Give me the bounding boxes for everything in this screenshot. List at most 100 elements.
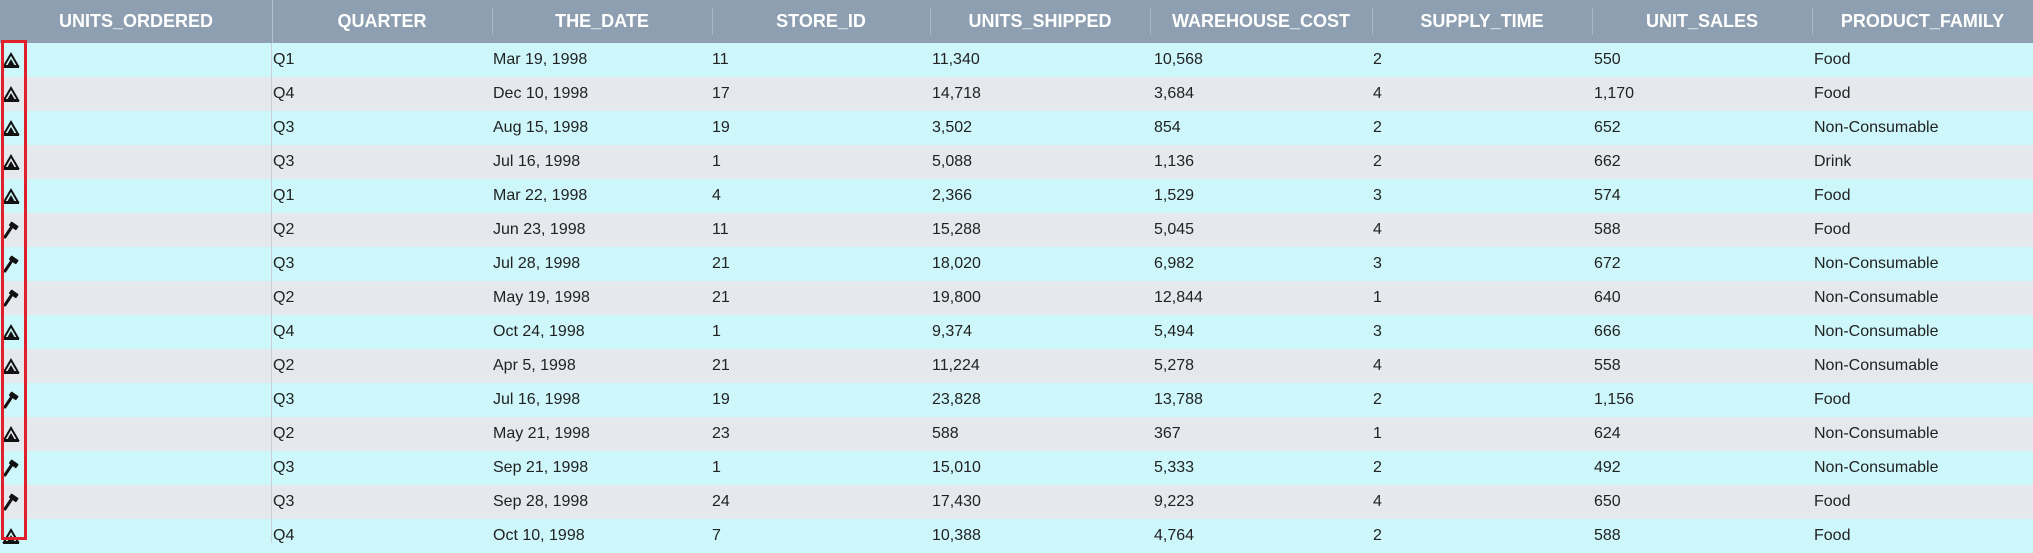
- cell-quarter: Q3: [273, 153, 295, 170]
- cell-product-family: Drink: [1814, 153, 1852, 170]
- cell-supply-time: 2: [1373, 51, 1382, 68]
- table-row[interactable]: Q3 Sep 21, 1998 1 15,010 5,333 2 492 Non-Consum…: [0, 451, 2033, 485]
- table-row[interactable]: Q4 Dec 10, 1998 17 14,718 3,684 4 1,170 Food: [0, 77, 2033, 111]
- cell-product-family: Food: [1814, 493, 1851, 510]
- cell-store-id: 4: [712, 187, 721, 204]
- column-header-unit-sales[interactable]: UNIT_SALES: [1592, 0, 1812, 43]
- hammer-icon: [2, 221, 20, 239]
- cell-units-shipped: 17,430: [932, 493, 981, 510]
- cell-quarter: Q1: [273, 187, 295, 204]
- cell-quarter: Q4: [273, 527, 295, 544]
- table-row[interactable]: Q4 Oct 10, 1998 7 10,388 4,764 2 588 Food: [0, 519, 2033, 553]
- cell-warehouse-cost: 9,223: [1154, 493, 1195, 510]
- cell-product-family: Non-Consumable: [1814, 119, 1939, 136]
- cell-product-family: Non-Consumable: [1814, 357, 1939, 374]
- column-header-units-ordered[interactable]: UNITS_ORDERED: [0, 0, 272, 43]
- cell-unit-sales: 588: [1594, 527, 1621, 544]
- cell-supply-time: 3: [1373, 187, 1382, 204]
- cell-quarter: Q2: [273, 221, 295, 238]
- header-separator: [272, 0, 273, 43]
- table-row[interactable]: Q2 May 19, 1998 21 19,800 12,844 1 640 Non-Cons…: [0, 281, 2033, 315]
- cell-store-id: 1: [712, 323, 721, 340]
- cell-units-shipped: 11,340: [932, 51, 980, 68]
- cell-unit-sales: 574: [1594, 187, 1621, 204]
- cell-unit-sales: 492: [1594, 459, 1621, 476]
- cell-units-shipped: 3,502: [932, 119, 973, 136]
- measure-icon: [2, 357, 20, 375]
- cell-units-shipped: 588: [932, 425, 959, 442]
- cell-the-date: Apr 5, 1998: [493, 357, 576, 374]
- column-header-supply-time[interactable]: SUPPLY_TIME: [1372, 0, 1592, 43]
- cell-supply-time: 2: [1373, 391, 1382, 408]
- measure-icon: [2, 323, 20, 341]
- cell-store-id: 1: [712, 153, 721, 170]
- header-separator: [1812, 8, 1813, 35]
- cell-quarter: Q4: [273, 85, 295, 102]
- cell-unit-sales: 652: [1594, 119, 1621, 136]
- cell-store-id: 11: [712, 51, 729, 68]
- table-row[interactable]: Q3 Jul 28, 1998 21 18,020 6,982 3 672 Non-Consu…: [0, 247, 2033, 281]
- cell-product-family: Food: [1814, 85, 1851, 102]
- header-separator: [1372, 8, 1373, 35]
- table-row[interactable]: Q4 Oct 24, 1998 1 9,374 5,494 3 666 Non-Consuma…: [0, 315, 2033, 349]
- table-row[interactable]: Q1 Mar 22, 1998 4 2,366 1,529 3 574 Food: [0, 179, 2033, 213]
- cell-quarter: Q3: [273, 119, 295, 136]
- cell-quarter: Q2: [273, 289, 295, 306]
- cell-the-date: Sep 28, 1998: [493, 493, 589, 510]
- cell-product-family: Food: [1814, 221, 1851, 238]
- cell-supply-time: 4: [1373, 221, 1382, 238]
- table-row[interactable]: Q3 Aug 15, 1998 19 3,502 854 2 652 Non-Consumab…: [0, 111, 2033, 145]
- column-header-units-shipped[interactable]: UNITS_SHIPPED: [930, 0, 1150, 43]
- table-row[interactable]: Q1 Mar 19, 1998 11 11,340 10,568 2 550 Food: [0, 43, 2033, 77]
- cell-product-family: Non-Consumable: [1814, 425, 1939, 442]
- measure-icon: [2, 51, 20, 69]
- cell-the-date: Jun 23, 1998: [493, 221, 586, 238]
- cell-product-family: Food: [1814, 187, 1851, 204]
- column-header-product-family[interactable]: PRODUCT_FAMILY: [1812, 0, 2033, 43]
- cell-unit-sales: 588: [1594, 221, 1621, 238]
- column-header-quarter[interactable]: QUARTER: [272, 0, 492, 43]
- cell-warehouse-cost: 5,333: [1154, 459, 1195, 476]
- measure-icon: [2, 425, 20, 443]
- header-separator: [492, 8, 493, 35]
- cell-warehouse-cost: 1,136: [1154, 153, 1195, 170]
- cell-unit-sales: 624: [1594, 425, 1621, 442]
- cell-supply-time: 1: [1373, 289, 1382, 306]
- cell-store-id: 23: [712, 425, 730, 442]
- cell-units-shipped: 11,224: [932, 357, 980, 374]
- cell-the-date: Mar 22, 1998: [493, 187, 588, 204]
- column-header-the-date[interactable]: THE_DATE: [492, 0, 712, 43]
- cell-supply-time: 2: [1373, 459, 1382, 476]
- table-row[interactable]: Q3 Sep 28, 1998 24 17,430 9,223 4 650 Food: [0, 485, 2033, 519]
- cell-the-date: Oct 10, 1998: [493, 527, 585, 544]
- table-row[interactable]: Q3 Jul 16, 1998 19 23,828 13,788 2 1,156 Food: [0, 383, 2033, 417]
- cell-the-date: Dec 10, 1998: [493, 85, 589, 102]
- cell-supply-time: 2: [1373, 527, 1382, 544]
- column-divider: [271, 43, 272, 543]
- table-row[interactable]: Q2 Jun 23, 1998 11 15,288 5,045 4 588 Food: [0, 213, 2033, 247]
- cell-quarter: Q4: [273, 323, 295, 340]
- measure-icon: [2, 187, 20, 205]
- header-separator: [712, 8, 713, 35]
- cell-product-family: Non-Consumable: [1814, 459, 1939, 476]
- measure-icon: [2, 119, 20, 137]
- cell-unit-sales: 650: [1594, 493, 1621, 510]
- cell-warehouse-cost: 3,684: [1154, 85, 1195, 102]
- table-row[interactable]: Q2 May 21, 1998 23 588 367 1 624 Non-Consumable: [0, 417, 2033, 451]
- column-header-warehouse-cost[interactable]: WAREHOUSE_COST: [1150, 0, 1372, 43]
- cell-supply-time: 2: [1373, 119, 1382, 136]
- cell-units-shipped: 14,718: [932, 85, 981, 102]
- cell-the-date: Aug 15, 1998: [493, 119, 589, 136]
- cell-quarter: Q2: [273, 425, 295, 442]
- cell-store-id: 24: [712, 493, 730, 510]
- hammer-icon: [2, 391, 20, 409]
- column-header-store-id[interactable]: STORE_ID: [712, 0, 930, 43]
- cell-store-id: 11: [712, 221, 729, 238]
- cell-units-shipped: 5,088: [932, 153, 973, 170]
- table-row[interactable]: Q2 Apr 5, 1998 21 11,224 5,278 4 558 Non-Consum…: [0, 349, 2033, 383]
- cell-quarter: Q2: [273, 357, 295, 374]
- cell-store-id: 19: [712, 391, 730, 408]
- cell-the-date: Oct 24, 1998: [493, 323, 585, 340]
- table-row[interactable]: Q3 Jul 16, 1998 1 5,088 1,136 2 662 Drink: [0, 145, 2033, 179]
- cell-units-shipped: 9,374: [932, 323, 973, 340]
